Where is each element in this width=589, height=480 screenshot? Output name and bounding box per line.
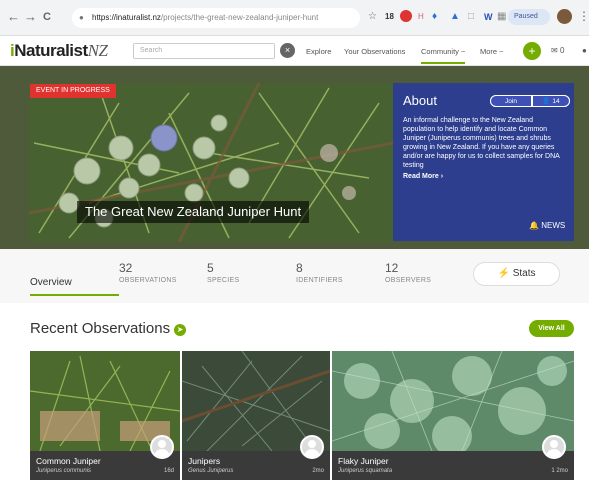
notifications-icon[interactable]: ● (582, 46, 587, 55)
site-header: iNaturalistNZ Search × Explore Your Obse… (0, 36, 589, 66)
project-hero: EVENT IN PROGRESS The Great New Zealand … (0, 66, 589, 249)
browser-toolbar: ← → C ● https://inaturalist.nz/projects/… (0, 0, 589, 36)
observer-avatar[interactable] (542, 435, 566, 459)
add-observation-button[interactable]: + (523, 42, 541, 60)
extension-h-icon[interactable]: H (418, 10, 424, 24)
reload-icon[interactable]: C (43, 9, 51, 25)
forward-icon[interactable]: → (24, 9, 37, 25)
extension-shield-icon[interactable]: ▲ (450, 10, 460, 24)
observer-avatar[interactable] (300, 435, 324, 459)
lock-icon: ● (79, 13, 84, 22)
profile-avatar[interactable] (557, 9, 572, 24)
stat-observers[interactable]: 12 OBSERVERS (385, 261, 431, 284)
project-stats-bar: Overview 32 OBSERVATIONS 5 SPECIES 8 IDE… (0, 249, 589, 303)
observation-photo (332, 351, 574, 456)
site-logo[interactable]: iNaturalistNZ (10, 41, 108, 61)
messages-count: 0 (559, 46, 565, 55)
observation-scientific-name: Genus Juniperus (188, 468, 234, 474)
recent-observations-heading: Recent Observations ➤ (30, 320, 187, 337)
news-link[interactable]: 🔔 NEWS (529, 221, 565, 230)
extension-grid-icon[interactable]: ▦ (497, 10, 506, 24)
observation-card[interactable]: Flaky Juniper Juniperus squamata 1 2mo (332, 351, 574, 480)
project-title: The Great New Zealand Juniper Hunt (77, 201, 310, 223)
extension-badge-count[interactable]: 18 (385, 10, 394, 24)
observation-scientific-name: Juniperus communis (36, 468, 92, 474)
stat-species[interactable]: 5 SPECIES (207, 261, 239, 284)
observer-avatar[interactable] (150, 435, 174, 459)
observation-age: 2mo (312, 468, 324, 474)
view-all-button[interactable]: View All (529, 320, 574, 337)
address-bar[interactable]: ● https://inaturalist.nz/projects/the-gr… (72, 8, 360, 28)
paused-indicator[interactable]: Paused (508, 9, 550, 25)
nav-community[interactable]: Community ~ (421, 47, 466, 64)
extension-red-icon[interactable] (400, 10, 412, 22)
tab-overview[interactable]: Overview (30, 277, 119, 296)
join-control: Join 👤 14 (490, 95, 570, 107)
extension-doc-icon[interactable]: □ (468, 10, 474, 24)
about-description: An informal challenge to the New Zealand… (403, 117, 560, 169)
stats-button[interactable]: ⚡ Stats (473, 262, 560, 286)
member-count[interactable]: 👤 14 (532, 95, 570, 107)
url-path: /projects/the-great-new-zealand-juniper-… (160, 13, 319, 22)
observation-card[interactable]: Junipers Genus Juniperus 2mo (182, 351, 330, 480)
url-host: https://inaturalist.nz (92, 13, 161, 22)
bell-icon: 🔔 (529, 221, 539, 230)
extension-blue-icon[interactable]: ♦ (432, 10, 437, 24)
event-status-badge: EVENT IN PROGRESS (30, 84, 116, 98)
observation-card[interactable]: Common Juniper Juniperus communis 16d (30, 351, 180, 480)
browser-menu-icon[interactable]: ⋮ (578, 9, 589, 23)
search-clear-icon[interactable]: × (280, 43, 295, 58)
observation-common-name: Common Juniper (36, 456, 101, 466)
join-button[interactable]: Join (490, 95, 532, 107)
back-icon[interactable]: ← (7, 9, 20, 25)
about-panel: About Join 👤 14 An informal challenge to… (393, 83, 574, 241)
lightning-icon: ⚡ (497, 268, 510, 279)
bookmark-star-icon[interactable]: ☆ (368, 10, 377, 24)
observation-age: 16d (163, 468, 174, 474)
stat-observations[interactable]: 32 OBSERVATIONS (119, 261, 177, 284)
observation-common-name: Flaky Juniper (338, 456, 389, 466)
stat-identifiers[interactable]: 8 IDENTIFIERS (296, 261, 343, 284)
search-input[interactable]: Search (133, 43, 275, 59)
read-more-link[interactable]: Read More › (403, 173, 564, 180)
extension-w-icon[interactable]: W (484, 10, 493, 24)
observation-age: 1 2mo (551, 468, 568, 474)
arrow-right-icon[interactable]: ➤ (174, 324, 187, 336)
observation-scientific-name: Juniperus squamata (338, 468, 393, 474)
messages-icon[interactable]: ✉ 0 (551, 46, 564, 55)
nav-more[interactable]: More ~ (480, 47, 504, 56)
nav-explore[interactable]: Explore (306, 47, 331, 56)
observation-common-name: Junipers (188, 456, 221, 466)
nav-your-observations[interactable]: Your Observations (344, 47, 405, 56)
observation-info: Flaky Juniper Juniperus squamata 1 2mo (332, 451, 574, 480)
